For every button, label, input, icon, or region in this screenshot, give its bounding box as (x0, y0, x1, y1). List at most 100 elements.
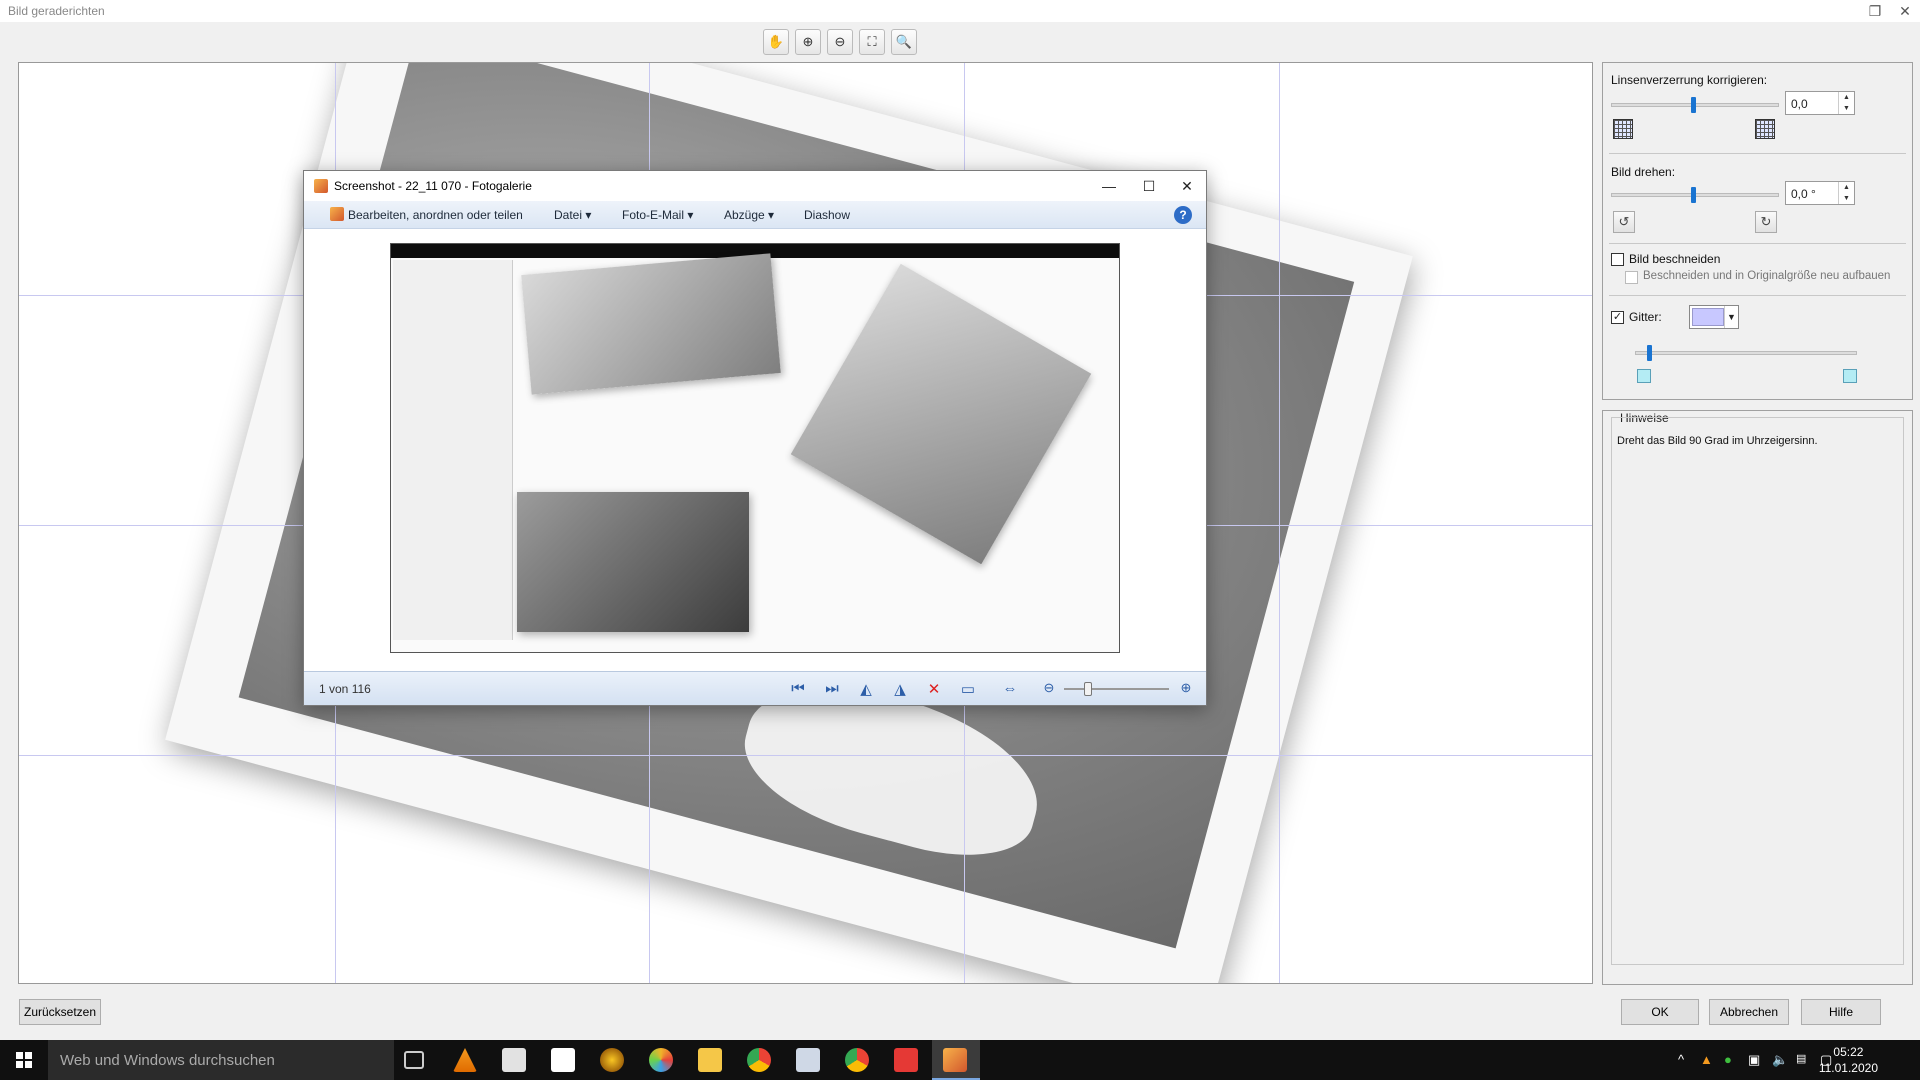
clock-date: 11.01.2020 (1818, 1061, 1878, 1075)
rotate-spinner[interactable]: 0,0 ° ▲ ▼ (1785, 181, 1855, 205)
first-image-icon[interactable]: ⏮ (788, 680, 808, 697)
zoom-out-icon[interactable]: ⊖ (827, 29, 853, 55)
windows-icon (16, 1052, 32, 1068)
delete-icon[interactable]: ✕ (924, 680, 944, 698)
preview-sidepanel (393, 260, 513, 640)
spinner-arrows-icon[interactable]: ▲ ▼ (1838, 182, 1854, 204)
grid-color-swatch (1692, 308, 1724, 326)
file-explorer-icon[interactable] (698, 1048, 722, 1072)
zoom-in-icon[interactable]: ⊕ (795, 29, 821, 55)
grid-color-picker[interactable]: ▼ (1689, 305, 1739, 329)
start-button[interactable] (0, 1040, 48, 1080)
zoom-slider[interactable] (1064, 682, 1169, 696)
menu-file[interactable]: Datei ▾ (554, 208, 591, 222)
help-icon[interactable]: ? (1174, 206, 1192, 224)
zoom-in-icon[interactable]: ⊕ (1176, 680, 1196, 696)
rotate-left-icon[interactable]: ◭ (856, 680, 876, 698)
lens-distortion-knob[interactable] (1691, 97, 1696, 113)
spinner-arrows-icon[interactable]: ▲ ▼ (1838, 92, 1854, 114)
fotogalerie-viewer (304, 229, 1206, 655)
preview-image (517, 492, 749, 632)
menu-prints[interactable]: Abzüge ▾ (724, 208, 774, 222)
lens-distortion-label: Linsenverzerrung korrigieren: (1611, 73, 1768, 87)
grid-line (19, 755, 1592, 756)
help-button[interactable]: Hilfe (1801, 999, 1881, 1025)
lens-distortion-spinner[interactable]: 0,0 ▲ ▼ (1785, 91, 1855, 115)
fotogalerie-icon (314, 179, 328, 193)
close-icon[interactable]: ✕ (1890, 0, 1920, 22)
grid-line (1279, 63, 1280, 983)
rotate-cw-icon[interactable]: ↻ (1755, 211, 1777, 233)
slideshow-icon[interactable]: ▭ (958, 680, 978, 698)
screenshot-preview (390, 243, 1120, 653)
organize-icon (330, 207, 344, 221)
maximize-icon[interactable]: ☐ (1134, 175, 1164, 197)
settings-panel: Linsenverzerrung korrigieren: 0,0 ▲ ▼ Bil… (1602, 62, 1913, 400)
hand-icon[interactable]: ✋ (763, 29, 789, 55)
network-tray-icon[interactable]: ▣ (1748, 1052, 1760, 1068)
fotogalerie-statusbar: 1 von 116 ⏮ ⏭ ◭ ◮ ✕ ▭ ⇔ ⊖ ⊕ (304, 671, 1206, 705)
tray-expand-icon[interactable]: ^ (1678, 1052, 1684, 1067)
fit-icon[interactable]: ⛶ (859, 29, 885, 55)
rotate-label: Bild drehen: (1611, 165, 1676, 179)
small-grid-icon (1637, 369, 1651, 383)
crop-rebuild-checkbox[interactable] (1625, 271, 1638, 284)
rotate-knob[interactable] (1691, 187, 1696, 203)
chrome-alt-icon[interactable] (845, 1048, 869, 1072)
store-icon[interactable] (551, 1048, 575, 1072)
photo-app-icon[interactable] (649, 1048, 673, 1072)
menu-organize[interactable]: Bearbeiten, anordnen oder teilen (348, 208, 523, 222)
pincushion-grid-icon (1755, 119, 1775, 139)
search-placeholder: Web und Windows durchsuchen (60, 1052, 275, 1069)
pdf-app-icon[interactable] (796, 1048, 820, 1072)
hints-text: Dreht das Bild 90 Grad im Uhrzeigersinn. (1617, 435, 1818, 447)
vlc-tray-icon[interactable]: ▲ (1700, 1052, 1713, 1067)
fotogalerie-task-icon[interactable] (943, 1048, 967, 1072)
clock[interactable]: 05:22 11.01.2020 (1819, 1044, 1878, 1076)
hints-panel: Hinweise Dreht das Bild 90 Grad im Uhrze… (1602, 410, 1913, 985)
hints-frame (1611, 417, 1904, 965)
grid-checkbox[interactable]: ✓ (1611, 311, 1624, 324)
zoom-out-icon[interactable]: ⊖ (1039, 680, 1059, 696)
camera-app-icon[interactable] (894, 1048, 918, 1072)
grid-density-knob[interactable] (1647, 345, 1652, 361)
preview-image (790, 263, 1092, 565)
preview-image (521, 253, 781, 395)
vlc-icon[interactable] (453, 1048, 477, 1072)
chevron-down-icon[interactable]: ▼ (1724, 306, 1738, 328)
volume-icon[interactable]: 🔈 (1772, 1052, 1788, 1068)
menu-slideshow[interactable]: Diashow (804, 208, 850, 222)
rotate-right-icon[interactable]: ◮ (890, 680, 910, 698)
reset-button[interactable]: Zurücksetzen (19, 999, 101, 1025)
media-icon[interactable] (502, 1048, 526, 1072)
separator (1609, 295, 1906, 296)
input-language-icon[interactable]: ▤ (1796, 1052, 1806, 1065)
rotate-ccw-icon[interactable]: ↺ (1613, 211, 1635, 233)
crop-checkbox[interactable] (1611, 253, 1624, 266)
cancel-button[interactable]: Abbrechen (1709, 999, 1789, 1025)
chrome-icon[interactable] (747, 1048, 771, 1072)
app-icon[interactable] (600, 1048, 624, 1072)
ok-button[interactable]: OK (1621, 999, 1699, 1025)
minimize-icon[interactable]: — (1094, 175, 1124, 197)
clock-time: 05:22 (1833, 1045, 1864, 1059)
next-image-icon[interactable]: ⏭ (822, 680, 842, 697)
restore-icon[interactable]: ❐ (1860, 0, 1890, 22)
task-view-icon[interactable] (404, 1051, 424, 1069)
close-icon[interactable]: ✕ (1172, 175, 1202, 197)
fit-window-icon[interactable]: ⇔ (1000, 680, 1020, 697)
view-toolbar: ✋ ⊕ ⊖ ⛶ 🔍 (0, 22, 1920, 62)
grid-density-slider[interactable] (1635, 351, 1857, 355)
zoom-slider-knob[interactable] (1084, 682, 1092, 696)
image-count: 1 von 116 (319, 682, 371, 696)
security-tray-icon[interactable]: ● (1724, 1052, 1732, 1067)
fotogalerie-window: Screenshot - 22_11 070 - Fotogalerie — ☐… (303, 170, 1207, 706)
taskbar-search[interactable]: Web und Windows durchsuchen (48, 1040, 394, 1080)
barrel-grid-icon (1613, 119, 1633, 139)
menu-email[interactable]: Foto-E-Mail ▾ (622, 208, 693, 222)
grid-label: Gitter: (1629, 310, 1662, 324)
actual-size-icon[interactable]: 🔍 (891, 29, 917, 55)
crop-rebuild-label: Beschneiden und in Originalgröße neu auf… (1643, 270, 1891, 282)
fotogalerie-menubar: Bearbeiten, anordnen oder teilen Datei ▾… (304, 201, 1206, 229)
title-bar: Bild geraderichten ❐ ✕ (0, 0, 1920, 22)
